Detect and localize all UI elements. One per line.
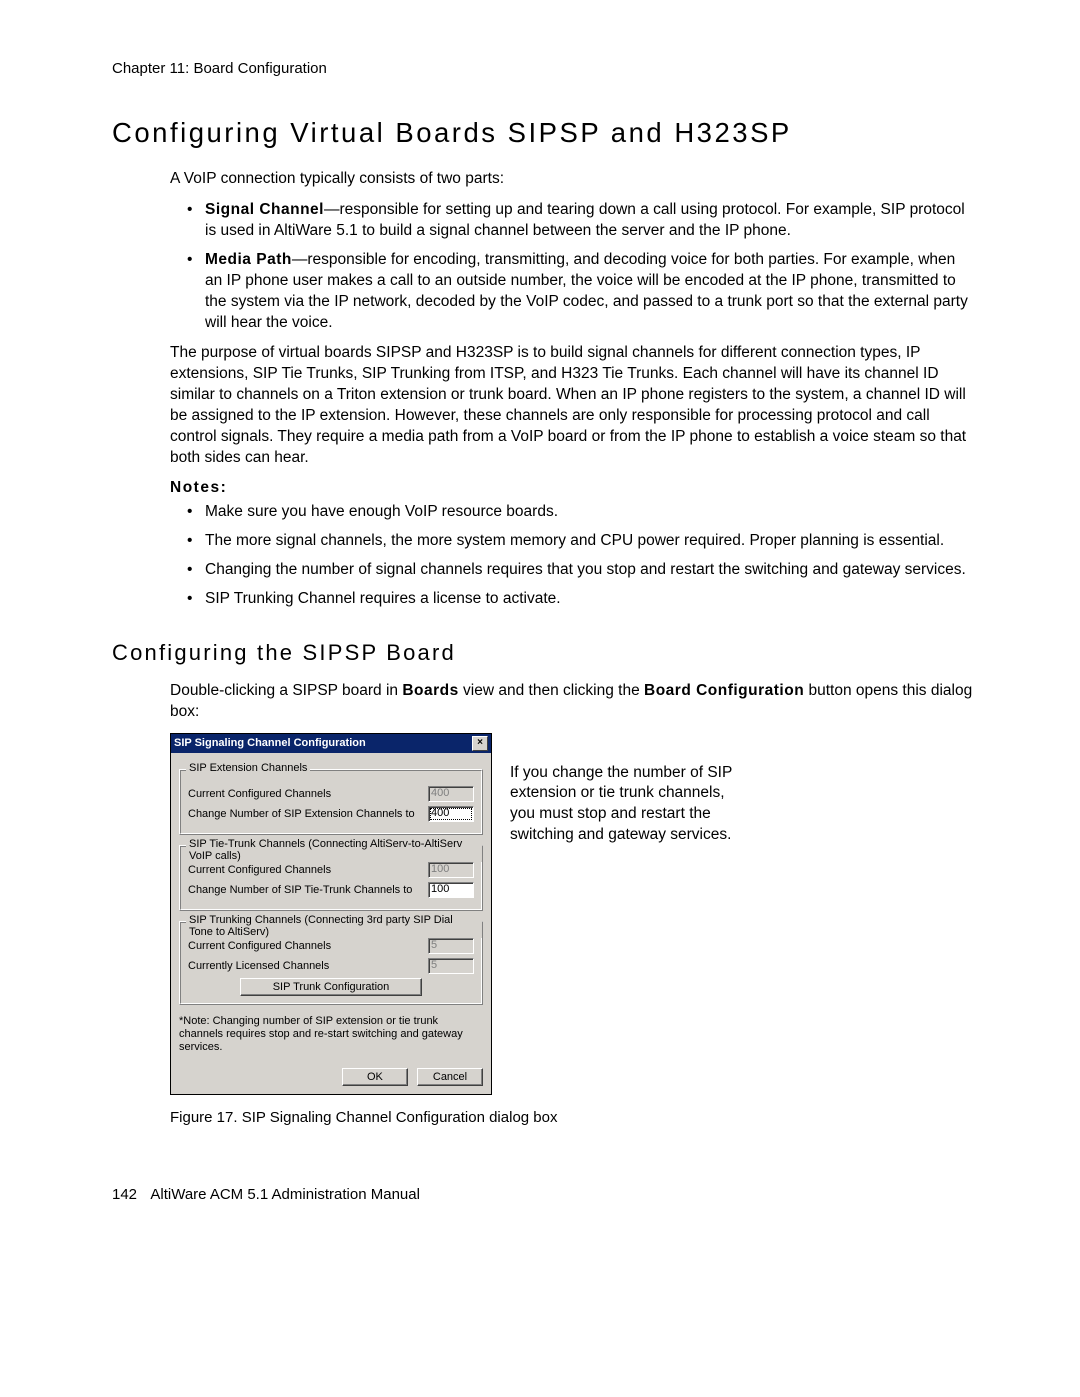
sip-extension-group: SIP Extension Channels Current Configure…	[179, 769, 483, 835]
dialog-note: *Note: Changing number of SIP extension …	[179, 1015, 483, 1055]
field-label: Change Number of SIP Extension Channels …	[188, 808, 415, 820]
chapter-header: Chapter 11: Board Configuration	[112, 60, 975, 77]
close-icon[interactable]: ×	[472, 736, 488, 751]
field-label: Current Configured Channels	[188, 864, 331, 876]
text: Double-clicking a SIPSP board in	[170, 682, 402, 699]
licensed-channels-field: 5	[428, 958, 474, 974]
term: Signal Channel	[205, 201, 324, 218]
list-item: SIP Trunking Channel requires a license …	[187, 589, 975, 610]
list-item: Signal Channel—responsible for setting u…	[187, 200, 975, 242]
purpose-paragraph: The purpose of virtual boards SIPSP and …	[170, 343, 975, 469]
text: view and then clicking the	[459, 682, 644, 699]
figure-caption: Figure 17. SIP Signaling Channel Configu…	[170, 1109, 975, 1126]
config-intro: Double-clicking a SIPSP board in Boards …	[170, 681, 975, 723]
group-legend: SIP Extension Channels	[186, 762, 310, 774]
book-title: AltiWare ACM 5.1 Administration Manual	[150, 1186, 420, 1203]
field-label: Change Number of SIP Tie-Trunk Channels …	[188, 884, 412, 896]
sip-signaling-dialog: SIP Signaling Channel Configuration × SI…	[170, 733, 492, 1096]
term: Media Path	[205, 251, 292, 268]
change-ext-channels-field[interactable]: 400	[428, 806, 474, 822]
cancel-button[interactable]: Cancel	[417, 1068, 483, 1086]
sip-trunking-group: SIP Trunking Channels (Connecting 3rd pa…	[179, 921, 483, 1005]
group-legend: SIP Tie-Trunk Channels (Connecting AltiS…	[186, 838, 482, 862]
boards-bold: Boards	[402, 682, 458, 699]
dialog-title: SIP Signaling Channel Configuration	[174, 737, 366, 749]
group-legend: SIP Trunking Channels (Connecting 3rd pa…	[186, 914, 482, 938]
ok-button[interactable]: OK	[342, 1068, 408, 1086]
dialog-titlebar[interactable]: SIP Signaling Channel Configuration ×	[171, 734, 491, 753]
field-label: Current Configured Channels	[188, 940, 331, 952]
notes-list: Make sure you have enough VoIP resource …	[187, 502, 975, 610]
current-ext-channels-field: 400	[428, 786, 474, 802]
page-footer: 142 AltiWare ACM 5.1 Administration Manu…	[112, 1186, 975, 1203]
side-note: If you change the number of SIP extensio…	[510, 733, 740, 847]
change-tietrunk-channels-field[interactable]: 100	[428, 882, 474, 898]
notes-label: Notes:	[170, 479, 975, 497]
page-title: Configuring Virtual Boards SIPSP and H32…	[112, 117, 975, 149]
list-item: The more signal channels, the more syste…	[187, 531, 975, 552]
list-item: Changing the number of signal channels r…	[187, 560, 975, 581]
term-text: —responsible for encoding, transmitting,…	[205, 251, 968, 331]
field-label: Current Configured Channels	[188, 788, 331, 800]
intro-text: A VoIP connection typically consists of …	[170, 169, 975, 190]
field-label: Currently Licensed Channels	[188, 960, 329, 972]
boardconfig-bold: Board Configuration	[644, 682, 804, 699]
sip-tietrunk-group: SIP Tie-Trunk Channels (Connecting AltiS…	[179, 845, 483, 911]
section-heading: Configuring the SIPSP Board	[112, 640, 975, 666]
list-item: Make sure you have enough VoIP resource …	[187, 502, 975, 523]
current-trunking-channels-field: 5	[428, 938, 474, 954]
sip-trunk-config-button[interactable]: SIP Trunk Configuration	[240, 978, 422, 996]
page-number: 142	[112, 1186, 137, 1203]
parts-list: Signal Channel—responsible for setting u…	[187, 200, 975, 334]
current-tietrunk-channels-field: 100	[428, 862, 474, 878]
list-item: Media Path—responsible for encoding, tra…	[187, 250, 975, 334]
